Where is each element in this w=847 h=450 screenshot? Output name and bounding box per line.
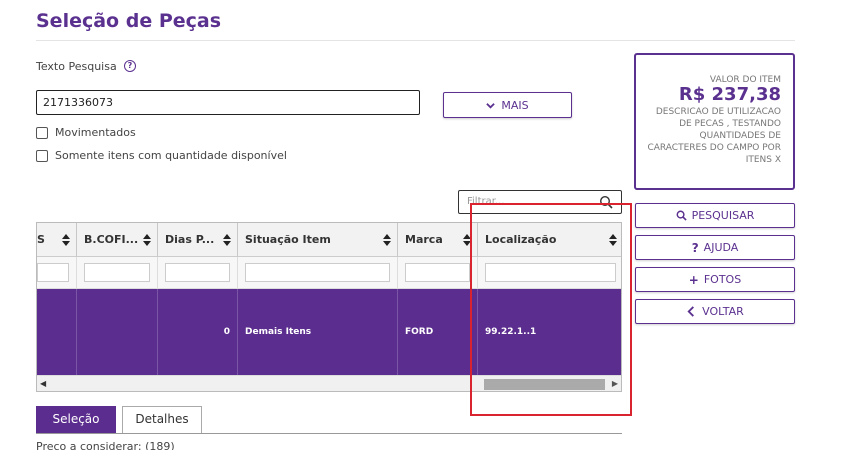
fotos-button-label: FOTOS — [703, 273, 742, 286]
column-header[interactable]: Situação Item — [238, 223, 398, 257]
sort-icon[interactable] — [223, 234, 231, 246]
items-grid: S B.COFI... Dias P... Situação Item Marc… — [36, 222, 622, 392]
table-cell: Demais Itens — [238, 289, 398, 375]
title-divider — [36, 40, 795, 41]
chevron-left-icon — [687, 306, 695, 317]
plus-icon: + — [688, 272, 699, 287]
sort-icon[interactable] — [609, 234, 617, 246]
tab-selecao[interactable]: Seleção — [36, 406, 116, 433]
search-label: Texto Pesquisa — [36, 60, 117, 73]
table-cell — [37, 289, 77, 375]
somente-disponivel-option[interactable]: Somente itens com quantidade disponível — [36, 149, 287, 162]
column-filter-input[interactable] — [405, 263, 470, 282]
table-cell: FORD — [398, 289, 478, 375]
somente-disponivel-label: Somente itens com quantidade disponível — [55, 149, 287, 162]
column-filter-input[interactable] — [84, 263, 150, 282]
preco-considerar-text: Preço a considerar: (189) — [36, 440, 175, 450]
column-filter-input[interactable] — [165, 263, 230, 282]
scroll-right-arrow-icon[interactable]: ▶ — [612, 379, 618, 388]
ajuda-button-label: AJUDA — [703, 241, 739, 254]
value-amount: R$ 237,38 — [678, 84, 781, 105]
column-header[interactable]: B.COFI... — [77, 223, 158, 257]
column-filter-input[interactable] — [37, 263, 69, 282]
sort-icon[interactable] — [463, 234, 471, 246]
page-title: Seleção de Peças — [36, 10, 222, 32]
voltar-button[interactable]: VOLTAR — [635, 299, 795, 324]
more-button-label: MAIS — [501, 98, 529, 112]
sort-icon[interactable] — [143, 234, 151, 246]
column-header[interactable]: Marca — [398, 223, 478, 257]
column-header[interactable]: S — [37, 223, 77, 257]
help-icon[interactable]: ? — [124, 60, 136, 72]
column-filter-input[interactable] — [485, 263, 616, 282]
table-row[interactable]: 0 Demais Itens FORD 99.22.1..1 — [37, 289, 621, 375]
voltar-button-label: VOLTAR — [702, 305, 744, 318]
scroll-left-arrow-icon[interactable]: ◀ — [40, 379, 46, 388]
sort-icon[interactable] — [383, 234, 391, 246]
pesquisar-button[interactable]: PESQUISAR — [635, 203, 795, 228]
tab-divider — [36, 433, 622, 434]
table-cell — [77, 289, 158, 375]
movimentados-label: Movimentados — [55, 126, 136, 139]
item-value-card: VALOR DO ITEM R$ 237,38 DESCRICAO DE UTI… — [634, 53, 795, 190]
value-description: DESCRICAO DE UTILIZACAO DE PECAS , TESTA… — [647, 107, 781, 165]
sort-icon[interactable] — [62, 234, 70, 246]
movimentados-checkbox[interactable] — [36, 126, 48, 139]
fotos-button[interactable]: + FOTOS — [635, 267, 795, 292]
grid-filter-input[interactable]: Filtrar... — [458, 190, 622, 214]
table-cell: 0 — [158, 289, 238, 375]
column-header[interactable]: Dias P... — [158, 223, 238, 257]
column-header[interactable]: Localização — [478, 223, 621, 257]
table-cell: 99.22.1..1 — [485, 327, 537, 337]
more-button[interactable]: MAIS — [443, 92, 572, 118]
column-filter-input[interactable] — [245, 263, 390, 282]
search-input[interactable]: 2171336073 — [36, 90, 420, 115]
question-icon: ? — [691, 240, 699, 255]
search-icon[interactable] — [599, 195, 613, 209]
tab-detalhes[interactable]: Detalhes — [122, 406, 202, 433]
movimentados-option[interactable]: Movimentados — [36, 126, 136, 139]
grid-filter-row — [37, 257, 621, 289]
ajuda-button[interactable]: ? AJUDA — [635, 235, 795, 260]
horizontal-scrollbar[interactable]: ◀ ▶ — [37, 375, 621, 391]
somente-disponivel-checkbox[interactable] — [36, 149, 48, 162]
search-icon — [676, 210, 687, 221]
scroll-thumb[interactable] — [484, 379, 605, 390]
grid-header: S B.COFI... Dias P... Situação Item Marc… — [37, 223, 621, 257]
chevron-down-icon — [486, 102, 496, 109]
pesquisar-button-label: PESQUISAR — [691, 209, 755, 222]
